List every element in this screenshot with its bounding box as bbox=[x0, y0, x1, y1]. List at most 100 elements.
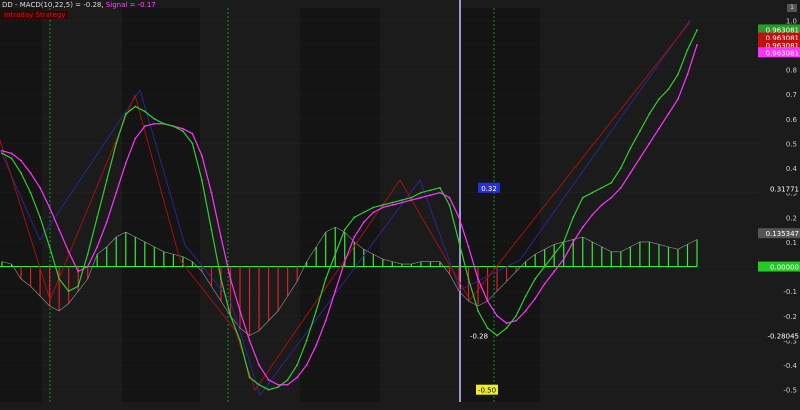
macd-point bbox=[248, 376, 251, 379]
macd-point bbox=[400, 199, 403, 201]
macd-point bbox=[220, 277, 222, 280]
signal-point bbox=[381, 206, 384, 209]
signal-point bbox=[324, 319, 327, 322]
macd-point bbox=[39, 216, 41, 219]
macd-point bbox=[515, 314, 518, 317]
macd-point bbox=[696, 29, 698, 32]
macd-point bbox=[677, 73, 679, 76]
signal-point bbox=[429, 194, 432, 197]
signal-point bbox=[77, 270, 80, 273]
macd-point bbox=[467, 277, 470, 280]
macd-point bbox=[629, 147, 632, 150]
macd-point bbox=[610, 181, 613, 184]
signal-point bbox=[286, 383, 289, 386]
signal-point bbox=[39, 186, 41, 189]
macd-point bbox=[286, 378, 289, 381]
y-tick-label: 0.4 bbox=[786, 165, 798, 173]
macd-point bbox=[201, 179, 203, 182]
annotation-text: -0.50 bbox=[478, 387, 496, 395]
chart-background bbox=[0, 0, 800, 410]
y-tick-label: 0.2 bbox=[786, 214, 797, 222]
macd-point bbox=[239, 339, 241, 342]
signal-point bbox=[667, 112, 670, 115]
macd-point bbox=[277, 386, 279, 389]
macd-point bbox=[77, 285, 80, 288]
session-band bbox=[300, 8, 380, 402]
macd-point bbox=[534, 277, 537, 280]
annotation-text: 0.32 bbox=[481, 185, 497, 193]
macd-chart: 1.00.90.80.70.60.50.40.30.20.10.0-0.1-0.… bbox=[0, 0, 800, 410]
y-tick-label: 0.1 bbox=[786, 239, 797, 247]
macd-point bbox=[315, 309, 318, 312]
signal-point bbox=[658, 127, 660, 130]
macd-point bbox=[686, 48, 689, 51]
macd-point bbox=[105, 179, 108, 182]
macd-point bbox=[229, 314, 232, 317]
y-tick-label: -0.2 bbox=[783, 313, 797, 321]
signal-point bbox=[353, 236, 356, 238]
signal-point bbox=[105, 221, 108, 224]
macd-point bbox=[172, 125, 175, 128]
signal-point bbox=[29, 172, 32, 174]
chart-header: DD - MACD(10,22,5) = -0.28, Signal = -0.… bbox=[2, 1, 156, 9]
signal-point bbox=[610, 196, 613, 199]
macd-point bbox=[667, 88, 670, 91]
signal-point bbox=[67, 250, 70, 253]
signal-point bbox=[581, 226, 584, 229]
signal-point bbox=[458, 216, 460, 219]
signal-point bbox=[248, 339, 251, 342]
signal-point bbox=[220, 236, 222, 238]
signal-point bbox=[515, 319, 518, 322]
macd-point bbox=[191, 142, 194, 145]
macd-point bbox=[10, 157, 13, 160]
signal-point bbox=[315, 344, 318, 347]
macd-point bbox=[553, 253, 556, 256]
macd-point bbox=[29, 191, 32, 194]
signal-point bbox=[153, 122, 156, 125]
signal-point bbox=[420, 196, 422, 199]
macd-point bbox=[591, 191, 594, 194]
chart-plot-area: 1.00.90.80.70.60.50.40.30.20.10.0-0.1-0.… bbox=[0, 0, 800, 410]
macd-point bbox=[581, 196, 584, 199]
macd-point bbox=[153, 117, 156, 120]
signal-point bbox=[96, 245, 99, 248]
signal-point bbox=[391, 204, 394, 206]
signal-point bbox=[648, 142, 651, 145]
signal-point bbox=[10, 152, 13, 155]
macd-point bbox=[1, 152, 3, 155]
signal-point bbox=[638, 157, 641, 160]
session-band bbox=[460, 8, 540, 402]
y-tick-label: -0.4 bbox=[783, 362, 797, 370]
y-tick-label: 0.7 bbox=[786, 91, 797, 99]
signal-point bbox=[181, 127, 184, 130]
macd-point bbox=[410, 196, 413, 199]
signal-point bbox=[58, 228, 61, 231]
strategy-label: Intraday Strategy bbox=[2, 11, 68, 19]
macd-point bbox=[115, 142, 118, 145]
macd-point bbox=[619, 167, 622, 169]
signal-point bbox=[229, 277, 232, 280]
signal-point bbox=[305, 364, 308, 366]
signal-point bbox=[201, 154, 203, 157]
macd-point bbox=[58, 277, 61, 280]
macd-point bbox=[343, 228, 346, 231]
signal-point bbox=[20, 159, 22, 162]
price-label-text: 0.963081 bbox=[766, 49, 799, 57]
signal-point bbox=[277, 383, 279, 386]
macd-point bbox=[210, 228, 213, 231]
macd-point bbox=[638, 130, 641, 133]
macd-point bbox=[429, 189, 432, 192]
macd-point bbox=[562, 241, 565, 243]
signal-point bbox=[562, 258, 565, 261]
signal-point bbox=[467, 245, 470, 248]
signal-point bbox=[486, 300, 489, 302]
signal-point bbox=[534, 297, 537, 300]
macd-point bbox=[134, 105, 137, 108]
signal-point bbox=[86, 265, 89, 268]
macd-point bbox=[258, 383, 260, 386]
macd-point bbox=[381, 204, 384, 206]
pane-number[interactable]: 1 bbox=[787, 4, 797, 12]
macd-point bbox=[420, 191, 422, 194]
signal-point bbox=[496, 314, 498, 317]
signal-point bbox=[372, 211, 375, 214]
